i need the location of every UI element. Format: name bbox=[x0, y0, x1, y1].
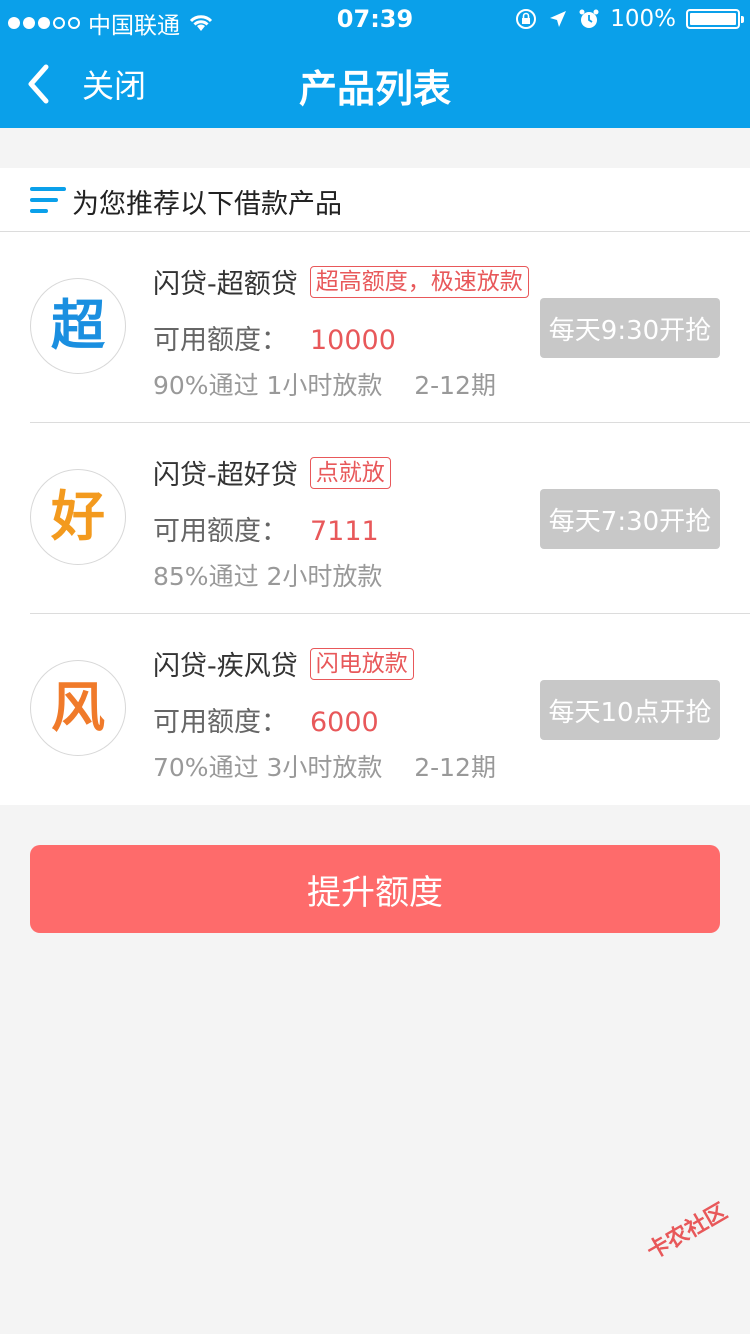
product-list: 超 闪贷-超额贷 超高额度，极速放款 可用额度： 10000 90%通过 1小时放… bbox=[0, 232, 750, 805]
product-name: 闪贷-超好贷 bbox=[153, 460, 298, 491]
product-meta: 90%通过 1小时放款 2-12期 bbox=[153, 371, 496, 400]
product-tag: 闪电放款 bbox=[309, 647, 414, 680]
grab-button[interactable]: 每天7:30开抢 bbox=[540, 489, 720, 549]
quota-value: 6000 bbox=[310, 707, 379, 738]
list-icon bbox=[30, 187, 66, 213]
product-meta: 70%通过 3小时放款 2-12期 bbox=[153, 753, 496, 782]
product-name: 闪贷-疾风贷 bbox=[153, 651, 298, 682]
product-name: 闪贷-超额贷 bbox=[153, 269, 298, 300]
product-logo: 好 bbox=[30, 469, 126, 565]
nav-bar: 关闭 产品列表 bbox=[0, 40, 750, 128]
status-bar: 中国联通 07:39 100% bbox=[0, 0, 750, 40]
app-header: 中国联通 07:39 100% 关闭 产品列表 bbox=[0, 0, 750, 128]
battery-percent: 100% bbox=[610, 6, 676, 32]
product-item[interactable]: 风 闪贷-疾风贷 闪电放款 可用额度： 6000 70%通过 3小时放款 2-12… bbox=[0, 614, 750, 805]
boost-quota-button[interactable]: 提升额度 bbox=[30, 845, 720, 933]
watermark-logo: 卡农社区 bbox=[643, 1199, 732, 1265]
product-item[interactable]: 好 闪贷-超好贷 点就放 可用额度： 7111 85%通过 2小时放款 每天7:3… bbox=[0, 423, 750, 614]
alarm-clock-icon bbox=[579, 9, 599, 28]
quota-label: 可用额度： bbox=[153, 516, 288, 547]
quota-value: 7111 bbox=[310, 516, 379, 547]
location-arrow-icon bbox=[550, 11, 567, 27]
product-tag: 超高额度，极速放款 bbox=[309, 265, 529, 298]
quota-label: 可用额度： bbox=[153, 325, 288, 356]
orientation-lock-icon bbox=[516, 9, 537, 29]
product-logo: 风 bbox=[30, 660, 126, 756]
battery-icon bbox=[686, 9, 744, 29]
grab-button[interactable]: 每天10点开抢 bbox=[540, 680, 720, 740]
product-meta: 85%通过 2小时放款 bbox=[153, 562, 383, 591]
quota-value: 10000 bbox=[310, 325, 396, 356]
product-item[interactable]: 超 闪贷-超额贷 超高额度，极速放款 可用额度： 10000 90%通过 1小时放… bbox=[0, 232, 750, 423]
recommend-section-header: 为您推荐以下借款产品 bbox=[0, 168, 750, 232]
recommend-title: 为您推荐以下借款产品 bbox=[72, 189, 342, 220]
quota-label: 可用额度： bbox=[153, 707, 288, 738]
product-logo: 超 bbox=[30, 278, 126, 374]
grab-button[interactable]: 每天9:30开抢 bbox=[540, 298, 720, 358]
page-title: 产品列表 bbox=[298, 67, 451, 111]
product-tag: 点就放 bbox=[309, 456, 391, 489]
